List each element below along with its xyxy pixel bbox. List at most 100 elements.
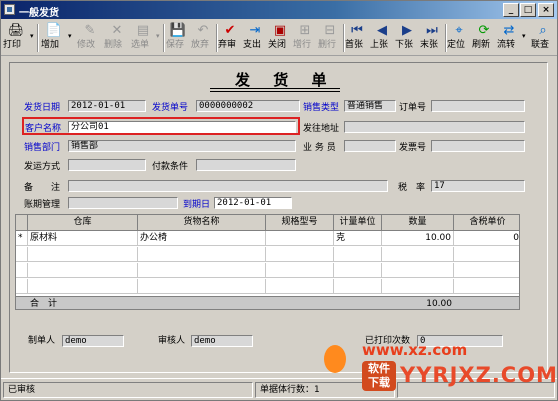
cell-qty[interactable] — [382, 263, 454, 278]
cell-spec[interactable] — [266, 231, 334, 246]
cell-warehouse[interactable] — [28, 279, 138, 294]
select-order-button[interactable]: ▤ 选单 — [131, 22, 155, 54]
flow-icon: ⇄ — [503, 23, 515, 38]
print-button[interactable]: 🖨 打印 — [3, 22, 29, 54]
undo-icon: ↶ — [197, 23, 209, 38]
cell-goods[interactable] — [138, 263, 266, 278]
locate-button[interactable]: ⌖ 定位 — [447, 22, 471, 54]
search-icon: ⌕ — [539, 23, 547, 38]
column-header-spec[interactable]: 规格型号 — [266, 215, 334, 231]
edit-button[interactable]: ✎ 修改 — [77, 22, 103, 54]
cell-qty[interactable] — [382, 247, 454, 262]
last-button[interactable]: ⏭ 末张 — [420, 22, 444, 54]
cell-warehouse[interactable] — [28, 247, 138, 262]
next-button[interactable]: ▶ 下张 — [395, 22, 419, 54]
tax-rate-label: 税 率 — [398, 183, 426, 193]
ship-method-field[interactable] — [68, 159, 146, 171]
row-marker — [16, 247, 28, 262]
total-qty: 10.00 — [426, 299, 452, 309]
discard-label: 放弃 — [191, 40, 210, 50]
period-field[interactable] — [68, 197, 178, 209]
delete-row-button[interactable]: ⊟ 删行 — [318, 22, 342, 54]
flow-caret-icon[interactable]: ▾ — [522, 32, 526, 40]
cell-unit[interactable] — [334, 247, 382, 262]
status-empty — [397, 382, 555, 398]
save-button[interactable]: 💾 保存 — [166, 22, 190, 54]
last-label: 末张 — [420, 40, 439, 50]
order-no-field[interactable] — [431, 100, 525, 112]
ship-no-field[interactable]: 0000000002 — [196, 100, 300, 112]
add-caret-icon[interactable]: ▾ — [68, 32, 72, 40]
invoice-no-field[interactable] — [431, 140, 525, 152]
close-button[interactable]: × — [538, 3, 554, 17]
row-marker — [16, 279, 28, 294]
tax-rate-field[interactable]: 17 — [431, 180, 525, 192]
expense-button[interactable]: ⇥ 支出 — [243, 22, 267, 54]
column-header-qty[interactable]: 数量 — [382, 215, 454, 231]
cell-unit[interactable] — [334, 263, 382, 278]
maximize-button[interactable]: □ — [520, 3, 536, 17]
ship-address-field[interactable] — [344, 121, 525, 133]
flow-button[interactable]: ⇄ 流转 — [497, 22, 521, 54]
due-date-field[interactable]: 2012-01-01 — [214, 197, 292, 209]
title-bar[interactable]: 一般发货 _ □ × — [1, 1, 557, 19]
cell-price[interactable] — [454, 247, 519, 262]
cell-spec[interactable] — [266, 263, 334, 278]
cell-spec[interactable] — [266, 279, 334, 294]
query-button[interactable]: ⌕ 联查 — [531, 22, 555, 54]
items-grid[interactable]: 仓库 货物名称 规格型号 计量单位 数量 含税单价 * 原材料 办公椅 克 10… — [15, 214, 520, 310]
window-title: 一般发货 — [19, 8, 59, 19]
add-button[interactable]: 📄 增加 — [41, 22, 67, 54]
toolbar-separator — [163, 24, 165, 52]
discard-button[interactable]: ↶ 放弃 — [191, 22, 215, 54]
pay-terms-field[interactable] — [196, 159, 296, 171]
column-header-warehouse[interactable]: 仓库 — [28, 215, 138, 231]
cell-price[interactable] — [454, 279, 519, 294]
table-row[interactable]: * 原材料 办公椅 克 10.00 0 — [16, 231, 519, 246]
cell-price[interactable] — [454, 263, 519, 278]
cell-unit[interactable] — [334, 279, 382, 294]
first-button[interactable]: ⏮ 首张 — [345, 22, 369, 54]
dept-field[interactable]: 销售部 — [68, 140, 296, 152]
minimize-button[interactable]: _ — [503, 3, 519, 17]
delete-button[interactable]: ✕ 删除 — [104, 22, 130, 54]
add-row-button[interactable]: ⊞ 增行 — [293, 22, 317, 54]
cell-price[interactable]: 0 — [454, 231, 519, 246]
maker-field: demo — [62, 335, 124, 347]
table-row[interactable] — [16, 247, 519, 262]
cell-qty[interactable]: 10.00 — [382, 231, 454, 246]
status-state: 已审核 — [3, 382, 253, 398]
cell-goods[interactable] — [138, 279, 266, 294]
refresh-button[interactable]: ⟳ 刷新 — [472, 22, 496, 54]
salesman-label: 业 务 员 — [303, 143, 336, 153]
cell-warehouse[interactable]: 原材料 — [28, 231, 138, 246]
previous-button[interactable]: ◀ 上张 — [370, 22, 394, 54]
cell-qty[interactable] — [382, 279, 454, 294]
cell-goods[interactable]: 办公椅 — [138, 231, 266, 246]
select-order-caret-icon[interactable]: ▾ — [156, 32, 160, 40]
table-row[interactable] — [16, 279, 519, 294]
column-header-price[interactable]: 含税单价 — [454, 215, 519, 231]
remark-field[interactable] — [68, 180, 388, 192]
edit-label: 修改 — [77, 40, 96, 50]
sales-type-field[interactable]: 普通销售 — [344, 100, 396, 112]
column-header-goods[interactable]: 货物名称 — [138, 215, 266, 231]
close-doc-button[interactable]: ▣ 关闭 — [268, 22, 292, 54]
customer-field[interactable]: 分公司01 — [68, 121, 296, 133]
table-row[interactable] — [16, 263, 519, 278]
print-label: 打印 — [3, 40, 22, 50]
ship-date-field[interactable]: 2012-01-01 — [68, 100, 146, 112]
salesman-field[interactable] — [344, 140, 396, 152]
cell-spec[interactable] — [266, 247, 334, 262]
select-order-icon: ▤ — [136, 23, 150, 38]
order-no-label: 订单号 — [399, 103, 427, 113]
remark-label: 备 注 — [24, 183, 61, 193]
cell-unit[interactable]: 克 — [334, 231, 382, 246]
print-count-field: 0 — [417, 335, 503, 347]
next-icon: ▶ — [402, 23, 412, 38]
cell-goods[interactable] — [138, 247, 266, 262]
print-caret-icon[interactable]: ▾ — [30, 32, 34, 40]
cell-warehouse[interactable] — [28, 263, 138, 278]
column-header-unit[interactable]: 计量单位 — [334, 215, 382, 231]
unaudit-button[interactable]: ✔ 弃审 — [218, 22, 242, 54]
